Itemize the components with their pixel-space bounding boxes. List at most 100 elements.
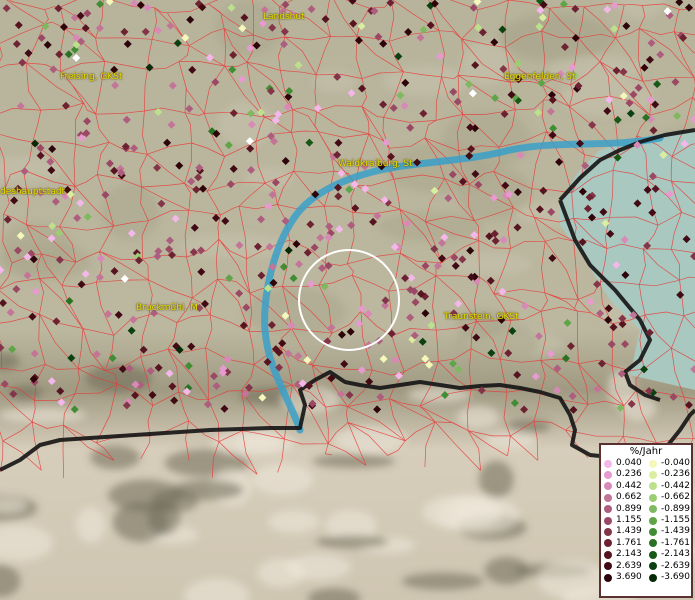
mountain-shade [75,506,106,544]
legend-label: 2.143 [616,549,642,560]
legend-swatch [604,550,612,559]
legend-label: 2.639 [616,560,642,571]
lowland-shade [218,101,275,147]
legend-row: 0.899 -0.899 [601,504,691,515]
legend-swatch [649,493,657,502]
legend-label: 1.439 [616,526,642,537]
legend-label: -0.899 [661,503,691,514]
legend-swatch [604,471,612,480]
mountain-shade [456,405,499,429]
legend-label: -1.761 [661,537,691,548]
legend-entry-positive: 1.761 [601,538,646,549]
legend-entry-positive: 0.442 [601,481,646,492]
mountain-shade [312,454,395,468]
place-label-eggenfelden: Eggenfelden, St [504,72,576,82]
mountain-shade [507,419,551,434]
mountain-shade [251,463,314,496]
legend-entry-negative: -1.761 [646,538,691,549]
legend-swatch [649,562,657,571]
place-label-landeshauptstadt: deshauptstadt [0,187,66,197]
map-legend: %/Jahr 0.040 -0.040 0.236 -0.236 0.442 -0.442… [599,443,693,598]
mountain-shade [315,535,389,549]
place-label-waldkraiburg: Waldkraiburg, St [338,159,413,169]
place-label-traunstein: Traunstein, GKSt [444,312,519,322]
mountain-shade [401,572,484,590]
legend-entry-positive: 1.155 [601,515,646,526]
mountain-shade [267,509,320,534]
legend-entry-negative: -1.439 [646,526,691,537]
legend-swatch [604,493,612,502]
legend-label: 0.899 [616,503,642,514]
mountain-shade [537,560,607,600]
legend-entry-negative: -0.899 [646,504,691,515]
legend-entry-positive: 0.040 [601,458,646,469]
legend-swatch [604,516,612,525]
legend-label: -1.155 [661,514,691,525]
legend-label: -0.040 [661,458,691,468]
legend-label: -1.439 [661,526,691,537]
legend-entry-negative: -2.639 [646,561,691,572]
legend-swatch [604,539,612,548]
legend-entry-negative: -0.236 [646,469,691,480]
legend-row: 2.143 -2.143 [601,549,691,560]
legend-swatch [649,482,657,491]
legend-swatch [649,459,657,468]
place-label-bruckmuehl: Bruckmühl, M [136,303,198,313]
legend-swatch [649,550,657,559]
place-label-landshut: Landshut [263,12,305,22]
legend-entry-negative: -2.143 [646,549,691,560]
legend-swatch [649,573,657,582]
legend-entry-negative: -1.155 [646,515,691,526]
legend-label: -2.143 [661,549,691,560]
legend-entry-negative: -0.040 [646,458,691,469]
legend-label: 0.040 [616,458,642,468]
legend-label: 3.690 [616,571,642,582]
legend-swatch [604,562,612,571]
map-canvas[interactable] [0,0,695,600]
legend-swatch [604,528,612,537]
mountain-shade [478,460,514,499]
legend-swatch [649,539,657,548]
legend-row: 0.040 -0.040 [601,458,691,469]
lowland-shade [312,70,357,93]
legend-row: 0.236 -0.236 [601,469,691,480]
legend-label: 1.155 [616,514,642,525]
legend-swatch [649,471,657,480]
legend-row: 1.439 -1.439 [601,526,691,537]
legend-swatch [649,528,657,537]
legend-row: 0.662 -0.662 [601,492,691,503]
legend-row: 3.690 -3.690 [601,572,691,583]
legend-label: 0.442 [616,480,642,491]
legend-entry-positive: 0.899 [601,504,646,515]
legend-entry-positive: 0.662 [601,492,646,503]
mountain-shade [112,502,169,542]
legend-entry-negative: -0.662 [646,492,691,503]
mountain-shade [421,494,503,530]
legend-label: 0.662 [616,492,642,503]
legend-label: -2.639 [661,560,691,571]
legend-entry-positive: 2.639 [601,561,646,572]
map-view[interactable]: Landshut Freising, GKSt Eggenfelden, St … [0,0,695,600]
legend-title: %/Jahr [629,446,663,457]
legend-entry-negative: -0.442 [646,481,691,492]
legend-swatch [604,459,612,468]
lowland-shade [378,211,484,242]
legend-label: -3.690 [661,571,691,582]
legend-row: 1.155 -1.155 [601,515,691,526]
mountain-shade [172,479,244,501]
legend-entry-positive: 2.143 [601,549,646,560]
legend-label: 1.761 [616,537,642,548]
mountain-shade [85,364,152,393]
legend-entry-positive: 0.236 [601,469,646,480]
legend-row: 2.639 -2.639 [601,561,691,572]
legend-swatch [649,516,657,525]
legend-label: -0.236 [661,469,691,480]
legend-row: 1.761 -1.761 [601,538,691,549]
legend-label: -0.442 [661,480,691,491]
legend-label: 0.236 [616,469,642,480]
legend-swatch [604,573,612,582]
legend-entry-positive: 3.690 [601,572,646,583]
legend-entry-positive: 1.439 [601,526,646,537]
legend-swatch [604,505,612,514]
legend-row: 0.442 -0.442 [601,481,691,492]
